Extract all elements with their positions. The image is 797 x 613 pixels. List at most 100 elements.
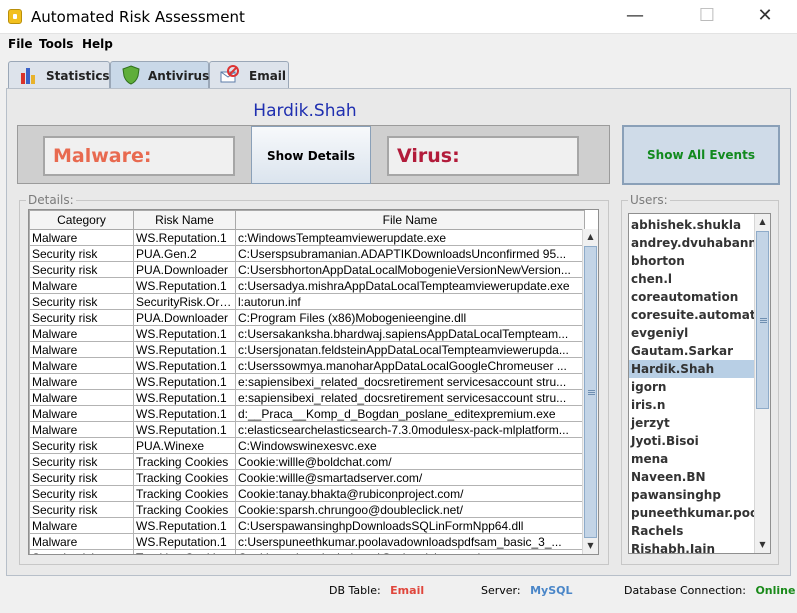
cell-file-name: Cookie:willle@smartadserver.com/ [235, 469, 585, 486]
cell-risk-name: PUA.Downloader [133, 261, 236, 278]
cell-file-name: c:Userspuneethkumar.poolavadownloadspdfs… [235, 533, 585, 550]
cell-category: Malware [29, 405, 134, 422]
user-list-item[interactable]: Naveen.BN [629, 468, 756, 486]
scroll-up-arrow[interactable]: ▲ [583, 229, 598, 245]
table-row[interactable]: Malware WS.Reputation.1 d:__Praca__Komp_d_… [29, 405, 585, 422]
table-row[interactable]: Security riskTracking CookiesCookie:andr… [29, 549, 585, 554]
cell-category: Malware [29, 325, 134, 342]
scroll-thumb[interactable] [584, 246, 597, 538]
user-list-item[interactable]: chen.l [629, 270, 756, 288]
menu-tools[interactable]: Tools [39, 37, 73, 51]
table-row[interactable]: Security risk PUA.Downloader C:Usersbhorto… [29, 261, 585, 278]
user-list-item[interactable]: Rishabh.Jain [629, 540, 756, 553]
cell-risk-name: WS.Reputation.1 [133, 325, 236, 342]
details-table-container: Category Risk Name File Name Malware WS.R… [28, 209, 599, 555]
cell-risk-name: SecurityRisk.Orp... [133, 293, 236, 310]
table-header-row: Category Risk Name File Name [29, 210, 585, 230]
cell-category: Security risk [29, 245, 134, 262]
user-list-item[interactable]: mena [629, 450, 756, 468]
cell-category: Security risk [29, 437, 134, 454]
cell-category: Malware [29, 373, 134, 390]
selected-user-heading: Hardik.Shah [253, 101, 357, 121]
cell-risk-name: WS.Reputation.1 [133, 389, 236, 406]
users-vertical-scrollbar[interactable]: ▲ ▼ [754, 214, 770, 553]
table-row[interactable]: Malware WS.Reputation.1 e:sapiensibexi_rel… [29, 389, 585, 406]
cell-risk-name: PUA.Downloader [133, 309, 236, 326]
table-row[interactable]: Security risk Tracking Cookies Cookie:spar… [29, 501, 585, 518]
table-row[interactable]: Malware WS.Reputation.1 c:Usersjonatan.fel… [29, 341, 585, 358]
table-row[interactable]: Security risk PUA.Gen.2 C:Userspsubramania… [29, 245, 585, 262]
cell-category: Malware [29, 389, 134, 406]
table-row[interactable]: Security risk Tracking Cookies Cookie:tana… [29, 485, 585, 502]
user-list-item[interactable]: evgeniyl [629, 324, 756, 342]
cell-risk-name: WS.Reputation.1 [133, 357, 236, 374]
tab-statistics[interactable]: Statistics [8, 61, 110, 88]
cell-file-name: c:Userssowmya.manoharAppDataLocalGoogleC… [235, 357, 585, 374]
show-details-button[interactable]: Show Details [251, 126, 371, 184]
cell-category: Security risk [29, 485, 134, 502]
column-header-file-name[interactable]: File Name [235, 210, 585, 230]
connection-value: Online [755, 584, 796, 597]
user-list-item[interactable]: coreautomation [629, 288, 756, 306]
table-row[interactable]: Malware WS.Reputation.1 c:Userssowmya.mano… [29, 357, 585, 374]
show-all-events-button[interactable]: Show All Events [622, 125, 780, 185]
cell-category: Malware [29, 533, 134, 550]
tab-email[interactable]: Email [209, 61, 289, 88]
summary-panel: Malware: Show Details Virus: [17, 125, 610, 184]
user-list-item[interactable]: igorn [629, 378, 756, 396]
tab-antivirus[interactable]: Antivirus [110, 61, 209, 89]
cell-risk-name: WS.Reputation.1 [133, 517, 236, 534]
virus-label: Virus: [397, 145, 460, 167]
table-row[interactable]: Malware WS.Reputation.1 c:Usersakanksha.bh… [29, 325, 585, 342]
menu-file[interactable]: File [8, 37, 33, 51]
table-row[interactable]: Security risk PUA.Winexe C:Windowswinexesv… [29, 437, 585, 454]
table-row[interactable]: Security risk SecurityRisk.Orp... l:autoru… [29, 293, 585, 310]
user-list-item[interactable]: abhishek.shukla [629, 216, 756, 234]
users-list: abhishek.shukla andrey.dvuhabanni bhorton c… [628, 213, 771, 554]
users-title: Users: [628, 193, 670, 207]
close-button[interactable]: ✕ [742, 0, 788, 34]
table-row[interactable]: Malware WS.Reputation.1 C:Userspawansinghp… [29, 517, 585, 534]
user-list-item[interactable]: Gautam.Sarkar [629, 342, 756, 360]
table-row[interactable]: Malware WS.Reputation.1 c:Usersadya.mishra… [29, 277, 585, 294]
table-row[interactable]: Security risk Tracking Cookies Cookie:will… [29, 469, 585, 486]
cell-file-name: e:sapiensibexi_related_docsretirement se… [235, 373, 585, 390]
user-list-item[interactable]: puneethkumar.poolava [629, 504, 756, 522]
cell-file-name: e:sapiensibexi_related_docsretirement se… [235, 389, 585, 406]
menu-help[interactable]: Help [82, 37, 113, 51]
table-row[interactable]: Malware WS.Reputation.1 c:WindowsTempteamv… [29, 229, 585, 246]
maximize-button[interactable]: ☐ [684, 0, 730, 34]
column-header-risk-name[interactable]: Risk Name [133, 210, 236, 230]
cell-risk-name: Tracking Cookies [133, 469, 236, 486]
cell-risk-name: PUA.Winexe [133, 437, 236, 454]
user-list-item[interactable]: jerzyt [629, 414, 756, 432]
cell-file-name: c:Usersadya.mishraAppDataLocalTempteamvi… [235, 277, 585, 294]
user-list-item[interactable]: Rachels [629, 522, 756, 540]
cell-file-name: c:WindowsTempteamviewerupdate.exe [235, 229, 585, 246]
cell-file-name: C:Program Files (x86)Mobogenieengine.dll [235, 309, 585, 326]
users-scroll-up-arrow[interactable]: ▲ [755, 214, 770, 230]
user-list-item[interactable]: Hardik.Shah [629, 360, 756, 378]
cell-risk-name: WS.Reputation.1 [133, 533, 236, 550]
minimize-button[interactable]: — [612, 0, 658, 34]
table-row[interactable]: Malware WS.Reputation.1 c:Userspuneethkuma… [29, 533, 585, 550]
users-scroll-down-arrow[interactable]: ▼ [755, 537, 770, 553]
users-scroll-thumb[interactable] [756, 231, 769, 409]
user-list-item[interactable]: pawansinghp [629, 486, 756, 504]
table-row[interactable]: Security risk Tracking Cookies Cookie:will… [29, 453, 585, 470]
table-row[interactable]: Malware WS.Reputation.1 c:elasticsearchela… [29, 421, 585, 438]
column-header-category[interactable]: Category [29, 210, 134, 230]
menu-bar: File Tools Help [0, 34, 797, 55]
user-list-item[interactable]: bhorton [629, 252, 756, 270]
cell-category: Security risk [29, 501, 134, 518]
user-list-item[interactable]: andrey.dvuhabanni [629, 234, 756, 252]
user-list-item[interactable]: coresuite.automation [629, 306, 756, 324]
table-row[interactable]: Malware WS.Reputation.1 e:sapiensibexi_rel… [29, 373, 585, 390]
scroll-down-arrow[interactable]: ▼ [583, 538, 598, 554]
details-vertical-scrollbar[interactable]: ▲ ▼ [582, 229, 598, 554]
db-table-value: Email [390, 584, 425, 597]
table-row[interactable]: Security risk PUA.Downloader C:Program Fil… [29, 309, 585, 326]
user-list-item[interactable]: iris.n [629, 396, 756, 414]
user-list-item[interactable]: Jyoti.Bisoi [629, 432, 756, 450]
server-label: Server: [481, 584, 521, 597]
